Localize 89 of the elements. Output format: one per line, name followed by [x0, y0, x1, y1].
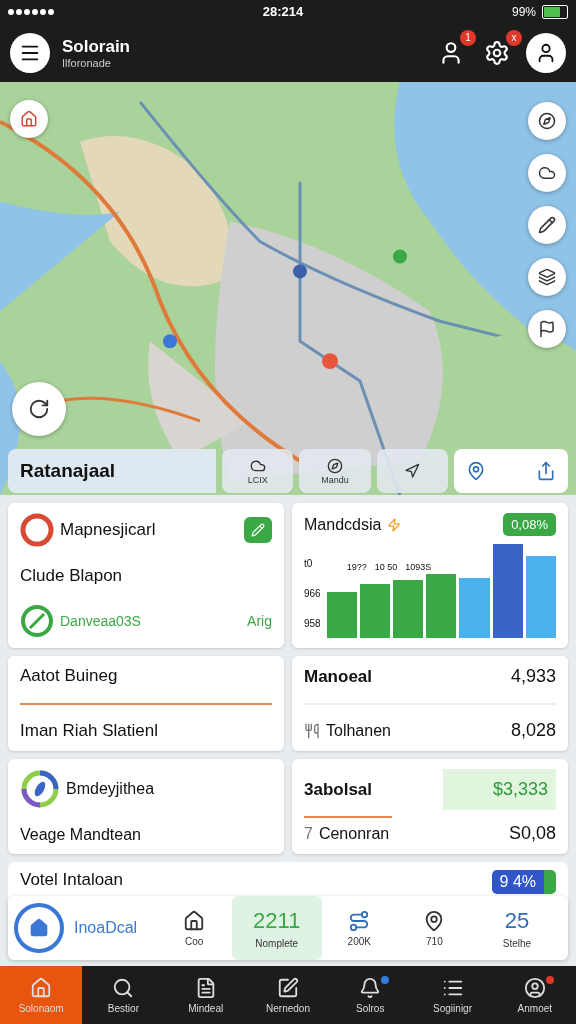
- map-tab[interactable]: [453, 449, 568, 494]
- notification-badge: x: [506, 29, 522, 46]
- edit-button[interactable]: [244, 517, 272, 544]
- stat-label: 200K: [347, 935, 371, 947]
- stat-label: 710: [426, 935, 443, 947]
- bar-label: 10 50: [374, 562, 398, 573]
- ring-chart-icon: [20, 769, 60, 810]
- fork-icon: [304, 723, 320, 739]
- highlighted-value: $3,333: [442, 769, 556, 811]
- card-title: Votel Intaloan: [20, 870, 124, 891]
- bar-label: 19??: [346, 562, 367, 573]
- edit-icon: [277, 976, 299, 999]
- nav-tab[interactable]: Sogiinigr: [411, 966, 494, 1024]
- card-title: Mandcdsia: [304, 516, 382, 534]
- nav-tab[interactable]: Mindeal: [164, 966, 247, 1024]
- axis-label: t0: [304, 558, 314, 569]
- row-value: 8,028: [510, 720, 556, 742]
- pencil-icon: [538, 215, 556, 234]
- battery-icon: [542, 4, 568, 19]
- nav-tab[interactable]: Bestior: [82, 966, 165, 1024]
- clock: 28:214: [262, 4, 304, 20]
- settings-icon: [484, 39, 510, 66]
- row-label: Cenonran: [318, 825, 390, 843]
- card-title: 3abolsal: [304, 780, 373, 800]
- percent-badge: 0,08%: [503, 513, 556, 537]
- card-subtitle: Clude Blapon: [20, 566, 124, 586]
- row-value: S0,08: [508, 823, 556, 845]
- stat-label: Coo: [184, 935, 204, 947]
- lightning-icon: [387, 518, 402, 532]
- rotate-icon: [28, 397, 50, 420]
- row-label: Tolhanen: [326, 722, 391, 740]
- notification-badge: 1: [460, 29, 476, 46]
- pencil-icon: [251, 523, 265, 538]
- stat-item[interactable]: 200K: [321, 896, 397, 961]
- chart-bar: [459, 578, 490, 639]
- card-title: Manoeal: [304, 667, 373, 687]
- route-icon: [348, 909, 371, 932]
- chart-bar: [393, 580, 424, 639]
- card-subtitle: Veage Mandtean: [20, 826, 142, 845]
- layers-icon: [538, 267, 556, 286]
- card-title: Aatot Buineg: [20, 666, 119, 687]
- stat-value: 25: [504, 907, 530, 934]
- stat-label: Stelhe: [502, 937, 532, 949]
- map-panel-title: Ratanajaal: [8, 449, 216, 494]
- status-label: Arig: [247, 613, 272, 630]
- menu-button[interactable]: [10, 32, 50, 73]
- status-text: Danveaa03S: [60, 613, 141, 630]
- compass-icon: [538, 111, 556, 130]
- nav-tab[interactable]: Nernedon: [246, 966, 330, 1024]
- signal-icon: [8, 8, 54, 15]
- search-icon: [112, 976, 135, 999]
- map-tab[interactable]: Mandu: [299, 449, 371, 494]
- navigation-icon: [404, 463, 421, 480]
- flag-icon: [538, 319, 556, 338]
- profile-button[interactable]: [526, 32, 566, 73]
- stat-item[interactable]: 25 Stelhe: [471, 896, 562, 961]
- user-icon: [523, 976, 546, 999]
- card-title: Bmdeyjithea: [66, 780, 155, 799]
- bar-label: 1093S: [405, 562, 432, 573]
- stat-label: Nomplete: [255, 937, 299, 949]
- brand-label: InoaDcal: [74, 919, 138, 938]
- nav-tab[interactable]: Solros: [329, 966, 412, 1024]
- nav-tab[interactable]: Anmoet: [493, 966, 576, 1024]
- app-subtitle: Ilforonade: [62, 56, 112, 69]
- stat-value: 2211: [253, 907, 301, 934]
- home-icon: [14, 903, 64, 954]
- home-icon: [30, 976, 53, 999]
- home-icon: [20, 109, 38, 128]
- home-icon: [183, 909, 206, 932]
- compass-icon: [326, 458, 343, 474]
- axis-label: 966: [304, 588, 321, 599]
- bell-icon: [359, 976, 382, 999]
- stat-item[interactable]: 710: [396, 896, 472, 961]
- ring-icon: [20, 513, 54, 548]
- card-title: Mapnesjicarl: [60, 520, 156, 541]
- stat-item[interactable]: Coo: [156, 896, 232, 961]
- chart-bar: [359, 584, 391, 639]
- cloud-icon: [249, 458, 266, 474]
- app-title: Solorain: [62, 36, 131, 57]
- chart-bar: [326, 592, 357, 639]
- chart-bar: [426, 574, 457, 639]
- battery-percent: 99%: [511, 4, 536, 19]
- stat-item[interactable]: 2211 Nomplete: [231, 896, 322, 961]
- axis-label: 958: [304, 618, 321, 629]
- row-number: 7: [304, 825, 313, 843]
- card-value: 4,933: [510, 666, 556, 688]
- card-subtitle: Iman Riah Slatienl: [20, 721, 159, 742]
- percent-badge: 9 4%: [491, 870, 556, 895]
- map-tab[interactable]: LCIX: [222, 449, 294, 494]
